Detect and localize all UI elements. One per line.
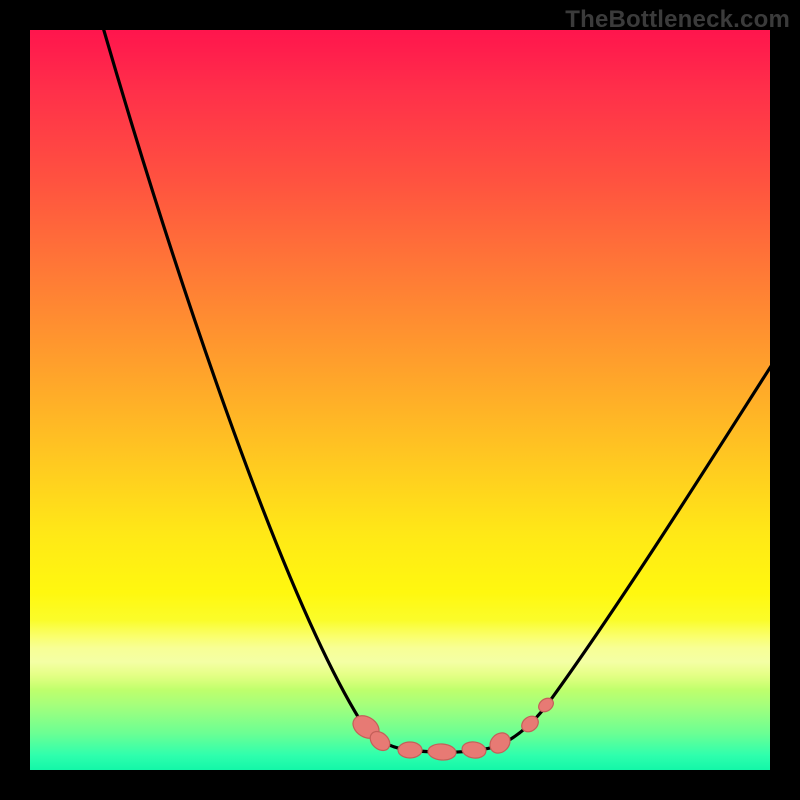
- bead: [398, 742, 422, 758]
- curve-group: [98, 30, 770, 752]
- bead: [461, 740, 487, 759]
- curve-right-arm: [498, 360, 770, 746]
- bead: [486, 729, 514, 757]
- curve-left-arm: [98, 30, 398, 748]
- beads-group: [349, 695, 556, 761]
- plot-area: [30, 30, 770, 770]
- chart-frame: TheBottleneck.com: [0, 0, 800, 800]
- curve-svg: [30, 30, 770, 770]
- watermark-text: TheBottleneck.com: [565, 6, 790, 34]
- bead: [427, 743, 456, 761]
